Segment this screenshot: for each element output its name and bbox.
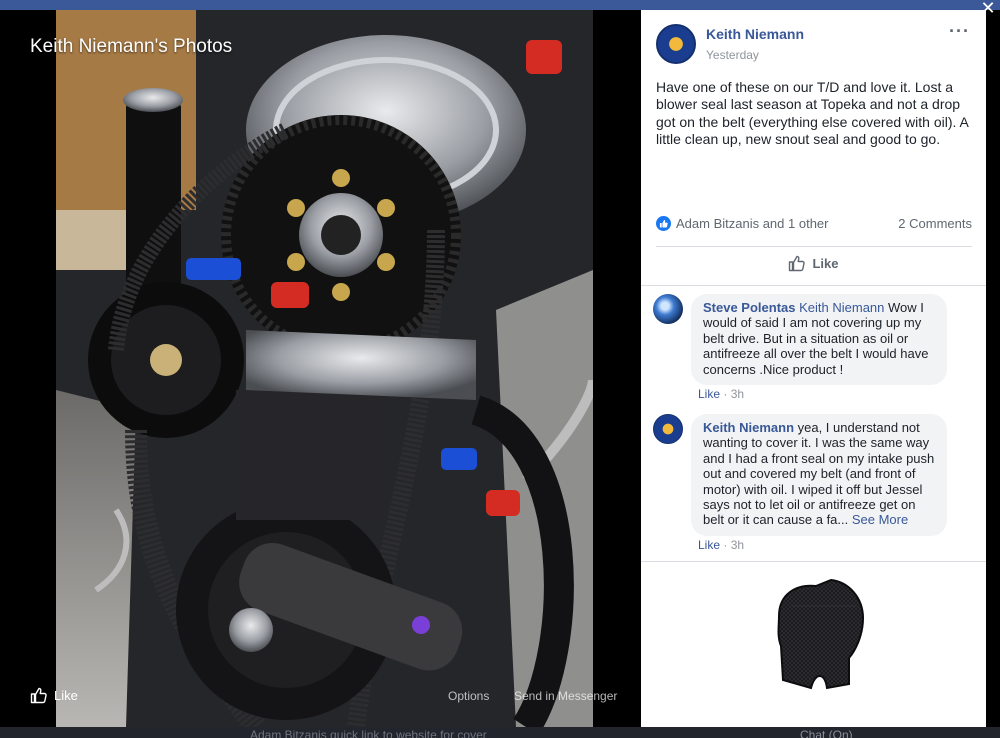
like-button[interactable]: Like [641,254,986,272]
post-author-link[interactable]: Keith Niemann [706,26,804,42]
commenter-avatar[interactable] [653,294,683,324]
engine-photo[interactable] [56,10,593,727]
comment-time[interactable]: 3h [731,387,744,401]
comment-like-link[interactable]: Like [698,538,720,552]
send-in-messenger-link[interactable]: Send in Messenger [514,689,617,703]
photo-stage: Keith Niemann's Photos Like Options Send… [10,10,641,727]
post-text: Have one of these on our T/D and love it… [656,79,969,148]
separator-dot: · [720,538,731,552]
comment-author-link[interactable]: Keith Niemann [703,420,794,435]
comment-text: yea, I understand not wanting to cover i… [703,420,935,528]
see-more-link[interactable]: See More [848,512,908,527]
comments-count-link[interactable]: 2 Comments [898,216,972,231]
like-reaction-icon [656,216,671,231]
more-dots-icon[interactable]: ··· [949,22,970,40]
reactions-bar: Adam Bitzanis and 1 other 2 Comments [656,216,972,231]
thumbs-up-icon [30,687,47,704]
comment-item: Keith Niemann yea, I understand not want… [653,414,947,536]
post-panel: Keith Niemann Yesterday ··· Have one of … [641,10,986,727]
comment-bubble: Keith Niemann yea, I understand not want… [691,414,947,536]
post-timestamp[interactable]: Yesterday [706,48,804,62]
separator-dot: · [720,387,731,401]
commenter-avatar[interactable] [653,414,683,444]
reactions-summary[interactable]: Adam Bitzanis and 1 other [656,216,828,231]
comment-mention-link[interactable]: Keith Niemann [799,300,884,315]
reactions-text: Adam Bitzanis and 1 other [676,216,829,231]
comment-time[interactable]: 3h [731,538,744,552]
photo-viewer-title: Keith Niemann's Photos [30,36,233,57]
photo-like-button[interactable]: Like [30,686,78,704]
comment-bubble: Steve Polentas Keith Niemann Wow I would… [691,294,947,386]
like-button-label: Like [812,255,839,271]
comment-author-link[interactable]: Steve Polentas [703,300,796,315]
comment-item: Steve Polentas Keith Niemann Wow I would… [653,294,947,386]
options-link[interactable]: Options [448,689,489,703]
belt-cover-image [777,578,865,690]
divider [656,246,972,247]
engine-photo-image [56,10,593,727]
comment-actions: Like · 3h [698,387,744,401]
author-avatar[interactable] [656,24,696,64]
thumbs-up-icon [789,255,806,272]
background-post-text: Adam Bitzanis quick link to website for … [250,728,487,738]
divider [641,561,986,562]
background-top-bar [0,0,1000,10]
product-photo[interactable] [771,576,869,696]
photo-like-label: Like [54,687,78,703]
divider [641,285,986,286]
comment-actions: Like · 3h [698,538,744,552]
post-header: Keith Niemann Yesterday [656,24,804,64]
background-chat-label: Chat (On) [800,728,853,738]
comment-like-link[interactable]: Like [698,387,720,401]
